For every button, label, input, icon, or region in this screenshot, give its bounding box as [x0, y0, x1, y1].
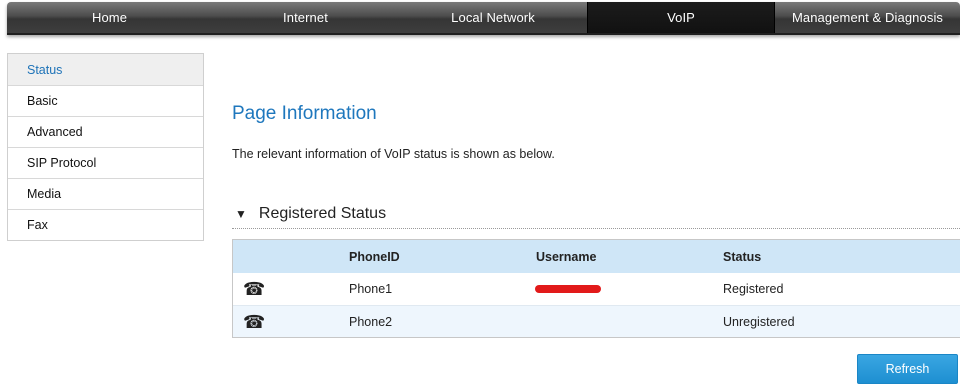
- status-cell: Unregistered: [723, 314, 795, 329]
- column-header-status: Status: [723, 249, 762, 264]
- sidebar-item-basic[interactable]: Basic: [8, 85, 203, 116]
- phone-id-cell: Phone1: [349, 282, 393, 296]
- sidebar-item-advanced[interactable]: Advanced: [8, 116, 203, 147]
- page-description: The relevant information of VoIP status …: [232, 147, 555, 161]
- nav-home[interactable]: Home: [7, 2, 212, 33]
- sidebar: Status Basic Advanced SIP Protocol Media…: [7, 53, 204, 241]
- sidebar-item-fax[interactable]: Fax: [8, 209, 203, 240]
- nav-internet[interactable]: Internet: [212, 2, 399, 33]
- redacted-username-mark: [535, 285, 601, 293]
- sidebar-item-sip-protocol[interactable]: SIP Protocol: [8, 147, 203, 178]
- status-cell: Registered: [723, 282, 784, 296]
- sidebar-item-media[interactable]: Media: [8, 178, 203, 209]
- table-row: ☎ Phone2 Unregistered: [233, 305, 960, 337]
- registered-status-table: PhoneID Username Status ☎ Phone1 Registe…: [232, 239, 960, 338]
- table-row: ☎ Phone1 Registered: [233, 273, 960, 305]
- phone-icon: ☎: [243, 312, 266, 332]
- table-header-row: PhoneID Username Status: [233, 240, 960, 273]
- column-header-username: Username: [536, 249, 597, 264]
- nav-management-diagnosis[interactable]: Management & Diagnosis: [775, 2, 960, 33]
- collapse-triangle-icon[interactable]: ▼: [235, 207, 247, 221]
- sidebar-item-status[interactable]: Status: [8, 54, 203, 85]
- nav-voip[interactable]: VoIP: [587, 2, 775, 33]
- section-title: Registered Status: [258, 204, 387, 222]
- refresh-button[interactable]: Refresh: [857, 354, 958, 384]
- nav-local-network[interactable]: Local Network: [399, 2, 587, 33]
- section-header[interactable]: ▼ Registered Status: [232, 199, 960, 229]
- top-navigation: Home Internet Local Network VoIP Managem…: [7, 2, 960, 35]
- phone-id-cell: Phone2: [349, 314, 393, 329]
- page-title: Page Information: [232, 103, 377, 124]
- column-header-phoneid: PhoneID: [349, 249, 400, 264]
- phone-icon: ☎: [243, 279, 266, 299]
